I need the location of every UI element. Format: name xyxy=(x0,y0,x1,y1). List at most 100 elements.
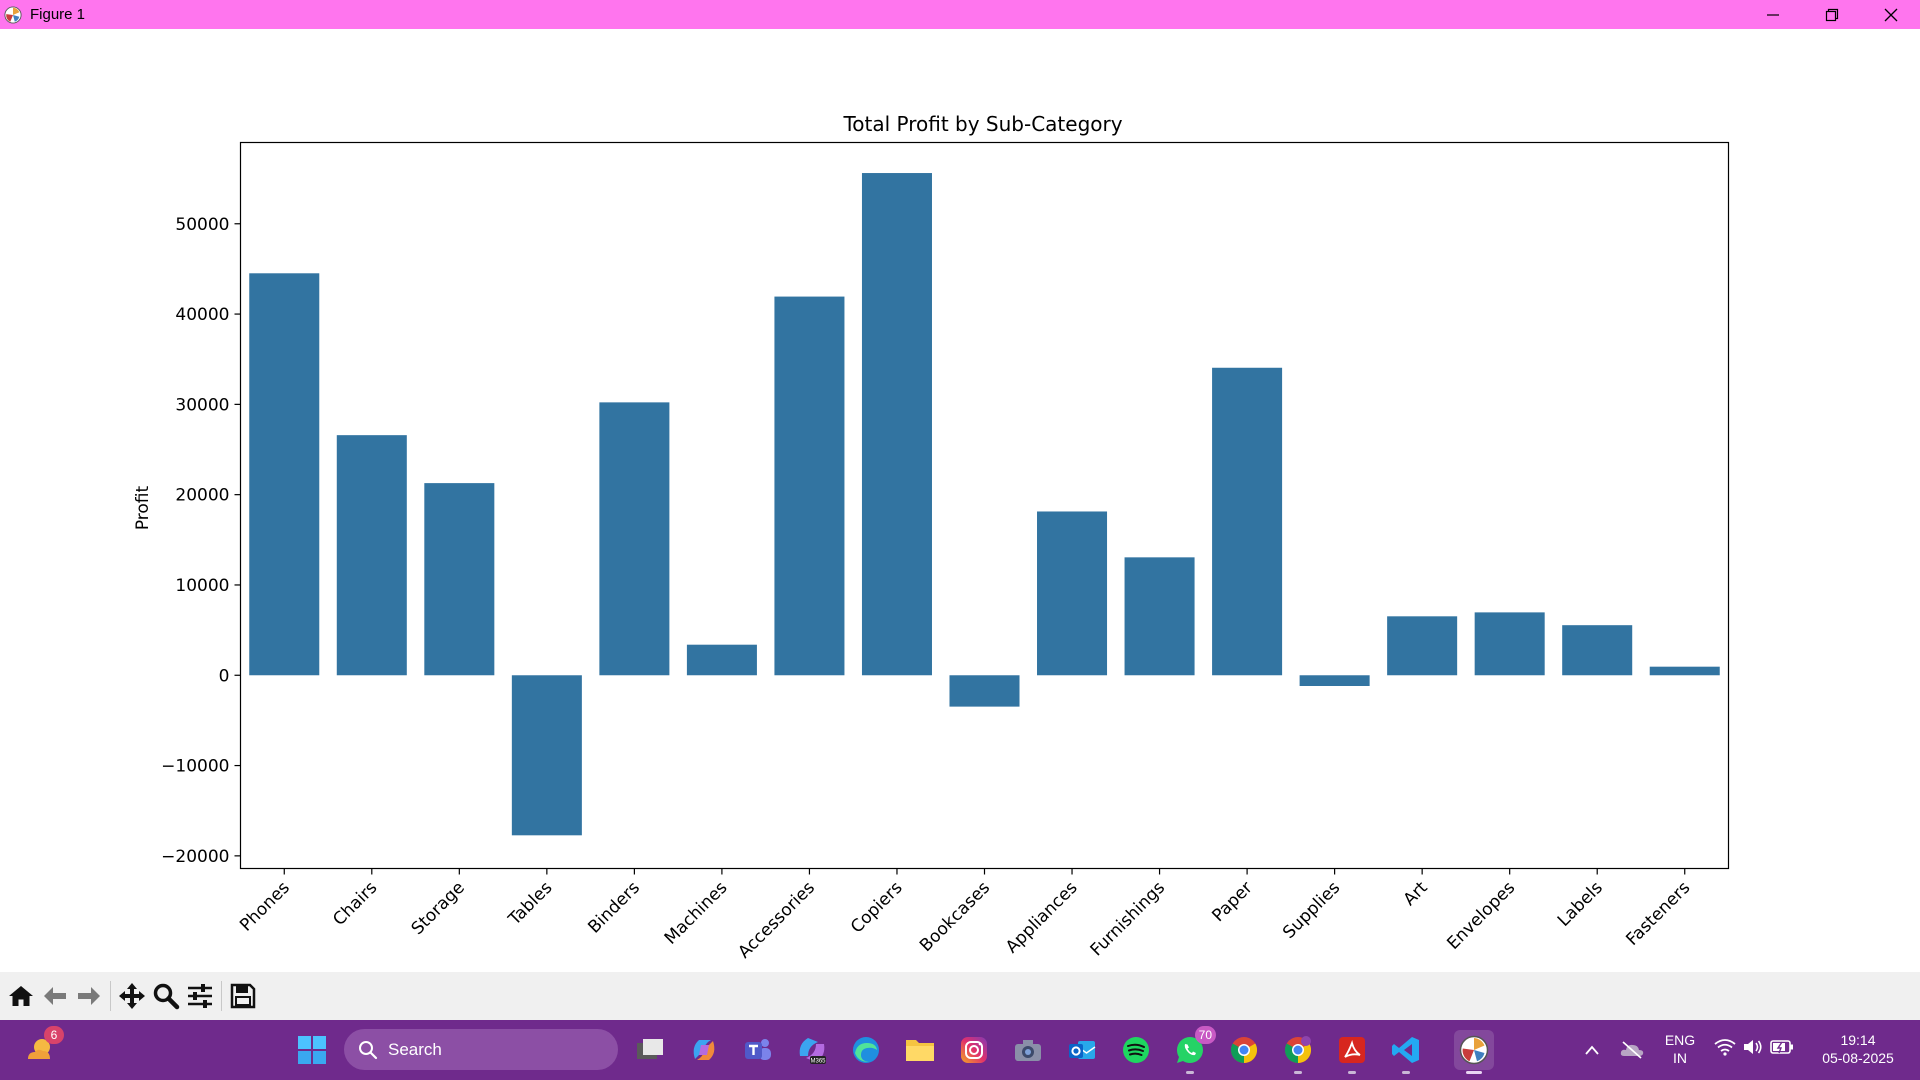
zoom-button[interactable] xyxy=(149,977,183,1015)
y-tick-label: −20000 xyxy=(161,847,229,867)
whatsapp-badge: 70 xyxy=(1194,1026,1216,1044)
bar-labels xyxy=(1562,625,1633,676)
chrome-profile-icon xyxy=(1284,1036,1312,1064)
copilot-icon xyxy=(693,1040,715,1060)
restore-button[interactable] xyxy=(1802,0,1861,29)
window-titlebar[interactable]: Figure 1 xyxy=(0,0,1920,29)
camera-button[interactable] xyxy=(1008,1030,1048,1070)
minimize-icon xyxy=(1766,13,1779,16)
pan-button[interactable] xyxy=(115,977,149,1015)
wifi-icon xyxy=(1714,1039,1736,1056)
save-button[interactable] xyxy=(226,977,260,1015)
bar-copiers xyxy=(861,173,932,676)
x-tick-label: Supplies xyxy=(1279,878,1344,943)
y-tick-label: 10000 xyxy=(175,576,229,596)
forward-icon xyxy=(78,987,100,1005)
close-icon xyxy=(1884,8,1897,21)
matplotlib-icon xyxy=(4,5,22,24)
svg-text:M365: M365 xyxy=(810,1059,826,1065)
close-button[interactable] xyxy=(1861,0,1920,29)
chrome-button[interactable] xyxy=(1224,1030,1264,1070)
forward-button[interactable] xyxy=(72,977,106,1015)
bar-binders xyxy=(599,402,670,676)
y-tick-label: 50000 xyxy=(175,215,229,235)
teams-icon xyxy=(745,1039,771,1060)
x-tick-label: Envelopes xyxy=(1443,878,1519,954)
bar-paper xyxy=(1212,367,1283,676)
bar-supplies xyxy=(1299,675,1370,686)
region-text: IN xyxy=(1673,1050,1687,1066)
x-tick-label: Machines xyxy=(661,878,732,949)
bar-phones xyxy=(249,273,320,676)
configure-subplots-button[interactable] xyxy=(183,977,217,1015)
volume-icon xyxy=(1744,1040,1762,1054)
x-tick-label: Labels xyxy=(1554,878,1607,931)
quick-settings-button[interactable] xyxy=(1714,1038,1794,1056)
back-icon xyxy=(44,987,66,1005)
file-explorer-button[interactable] xyxy=(900,1030,940,1070)
running-indicator xyxy=(1294,1071,1302,1074)
chevron-up-icon xyxy=(1585,1045,1599,1055)
x-tick-label: Chairs xyxy=(329,878,381,930)
edge-icon xyxy=(853,1037,879,1063)
microsoft-365-icon: M365 xyxy=(799,1038,826,1065)
x-tick-label: Binders xyxy=(584,878,644,938)
clock-time: 19:14 xyxy=(1840,1032,1876,1048)
running-indicator xyxy=(1186,1071,1194,1074)
task-view-icon xyxy=(637,1039,663,1059)
bar-art xyxy=(1387,616,1458,676)
instagram-button[interactable] xyxy=(954,1030,994,1070)
active-indicator xyxy=(1466,1071,1482,1074)
show-hidden-icons-button[interactable] xyxy=(1572,1030,1612,1070)
home-button[interactable] xyxy=(4,977,38,1015)
bar-machines xyxy=(686,644,757,676)
x-tick-label: Phones xyxy=(236,878,294,936)
zoom-icon xyxy=(153,983,180,1010)
bar-appliances xyxy=(1037,511,1108,676)
matplotlib-taskbar-button[interactable] xyxy=(1454,1030,1494,1074)
bar-bookcases xyxy=(949,675,1020,707)
pan-icon xyxy=(119,983,145,1009)
y-axis-ticks: −20000 −10000 0 10000 20000 30000 40000 50000 xyxy=(161,215,241,867)
chrome-profile-button[interactable] xyxy=(1278,1030,1318,1074)
y-tick-label: 40000 xyxy=(175,305,229,325)
vscode-icon xyxy=(1392,1037,1419,1063)
whatsapp-button[interactable]: 70 xyxy=(1170,1026,1216,1074)
acrobat-button[interactable] xyxy=(1332,1030,1372,1074)
weather-widget[interactable]: 6 xyxy=(20,1026,64,1070)
edge-button[interactable] xyxy=(846,1030,886,1070)
restore-icon xyxy=(1825,8,1838,21)
running-indicator xyxy=(1402,1071,1410,1074)
taskbar-search[interactable]: Search xyxy=(344,1029,618,1070)
vscode-button[interactable] xyxy=(1386,1030,1426,1074)
home-icon xyxy=(9,986,33,1006)
bar-furnishings xyxy=(1124,557,1195,676)
y-tick-label: 20000 xyxy=(175,486,229,506)
minimize-button[interactable] xyxy=(1743,0,1802,29)
back-button[interactable] xyxy=(38,977,72,1015)
figure-canvas[interactable]: Total Profit by Sub-Category Profit −200… xyxy=(0,29,1920,972)
y-tick-label: 30000 xyxy=(175,395,229,415)
spotify-button[interactable] xyxy=(1116,1030,1156,1070)
save-icon xyxy=(230,983,256,1009)
x-tick-label: Accessories xyxy=(734,878,819,963)
search-icon xyxy=(359,1040,378,1059)
start-button[interactable] xyxy=(292,1030,332,1070)
m365-button[interactable]: M365 xyxy=(792,1030,832,1070)
teams-button[interactable] xyxy=(738,1030,778,1070)
copilot-button[interactable] xyxy=(684,1030,724,1070)
outlook-button[interactable] xyxy=(1062,1030,1102,1070)
bar-storage xyxy=(424,483,495,676)
bar-envelopes xyxy=(1474,612,1545,676)
spotify-icon xyxy=(1123,1037,1149,1063)
onedrive-offline-icon xyxy=(1620,1041,1644,1059)
clock-date: 05-08-2025 xyxy=(1822,1050,1894,1066)
camera-icon xyxy=(1015,1040,1041,1061)
clock-button[interactable]: 19:14 05-08-2025 xyxy=(1810,1031,1906,1067)
task-view-button[interactable] xyxy=(630,1030,670,1070)
language-text: ENG xyxy=(1664,1032,1696,1048)
x-tick-label: Bookcases xyxy=(916,878,994,956)
language-indicator[interactable]: ENG IN xyxy=(1658,1031,1702,1067)
onedrive-button[interactable] xyxy=(1612,1030,1652,1070)
y-tick-label: 0 xyxy=(219,666,230,686)
